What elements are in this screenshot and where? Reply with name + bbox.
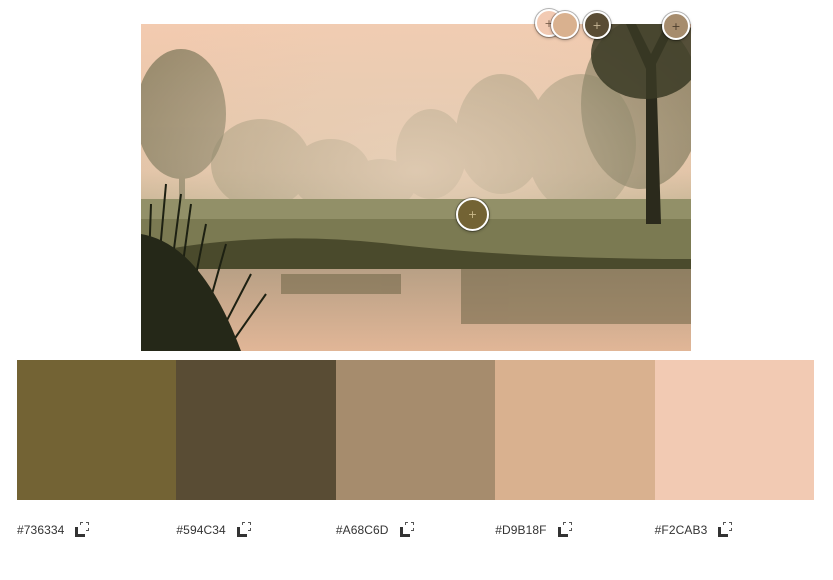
hex-code: #F2CAB3 xyxy=(654,523,708,537)
swatch-3[interactable] xyxy=(335,360,496,500)
color-picker-2[interactable] xyxy=(551,11,579,39)
hex-labels: #736334 #594C34 #A68C6D #D9B18F #F2CAB3 xyxy=(17,519,814,541)
color-picker-5[interactable]: + xyxy=(456,198,489,231)
source-photo xyxy=(141,24,691,351)
hex-label-3: #A68C6D xyxy=(336,519,495,541)
copy-icon[interactable] xyxy=(75,522,91,538)
hex-label-4: #D9B18F xyxy=(495,519,654,541)
hex-label-2: #594C34 xyxy=(176,519,335,541)
hex-code: #D9B18F xyxy=(495,523,547,537)
swatch-5[interactable] xyxy=(654,360,815,500)
hex-code: #594C34 xyxy=(176,523,226,537)
palette-swatches xyxy=(17,360,815,500)
hex-label-5: #F2CAB3 xyxy=(655,519,814,541)
hex-label-1: #736334 xyxy=(17,519,176,541)
plus-icon: + xyxy=(671,19,681,33)
plus-icon: + xyxy=(467,208,478,221)
copy-icon[interactable] xyxy=(557,522,574,538)
color-picker-3[interactable]: + xyxy=(583,11,611,39)
swatch-4[interactable] xyxy=(495,360,655,500)
color-picker-4[interactable]: + xyxy=(662,12,690,40)
copy-icon[interactable] xyxy=(718,522,734,538)
swatch-1[interactable] xyxy=(17,360,177,500)
hex-code: #A68C6D xyxy=(335,523,389,537)
hex-code: #736334 xyxy=(17,523,65,537)
copy-icon[interactable] xyxy=(399,522,416,538)
copy-icon[interactable] xyxy=(236,522,253,538)
plus-icon: + xyxy=(592,18,602,32)
swatch-2[interactable] xyxy=(176,360,336,500)
